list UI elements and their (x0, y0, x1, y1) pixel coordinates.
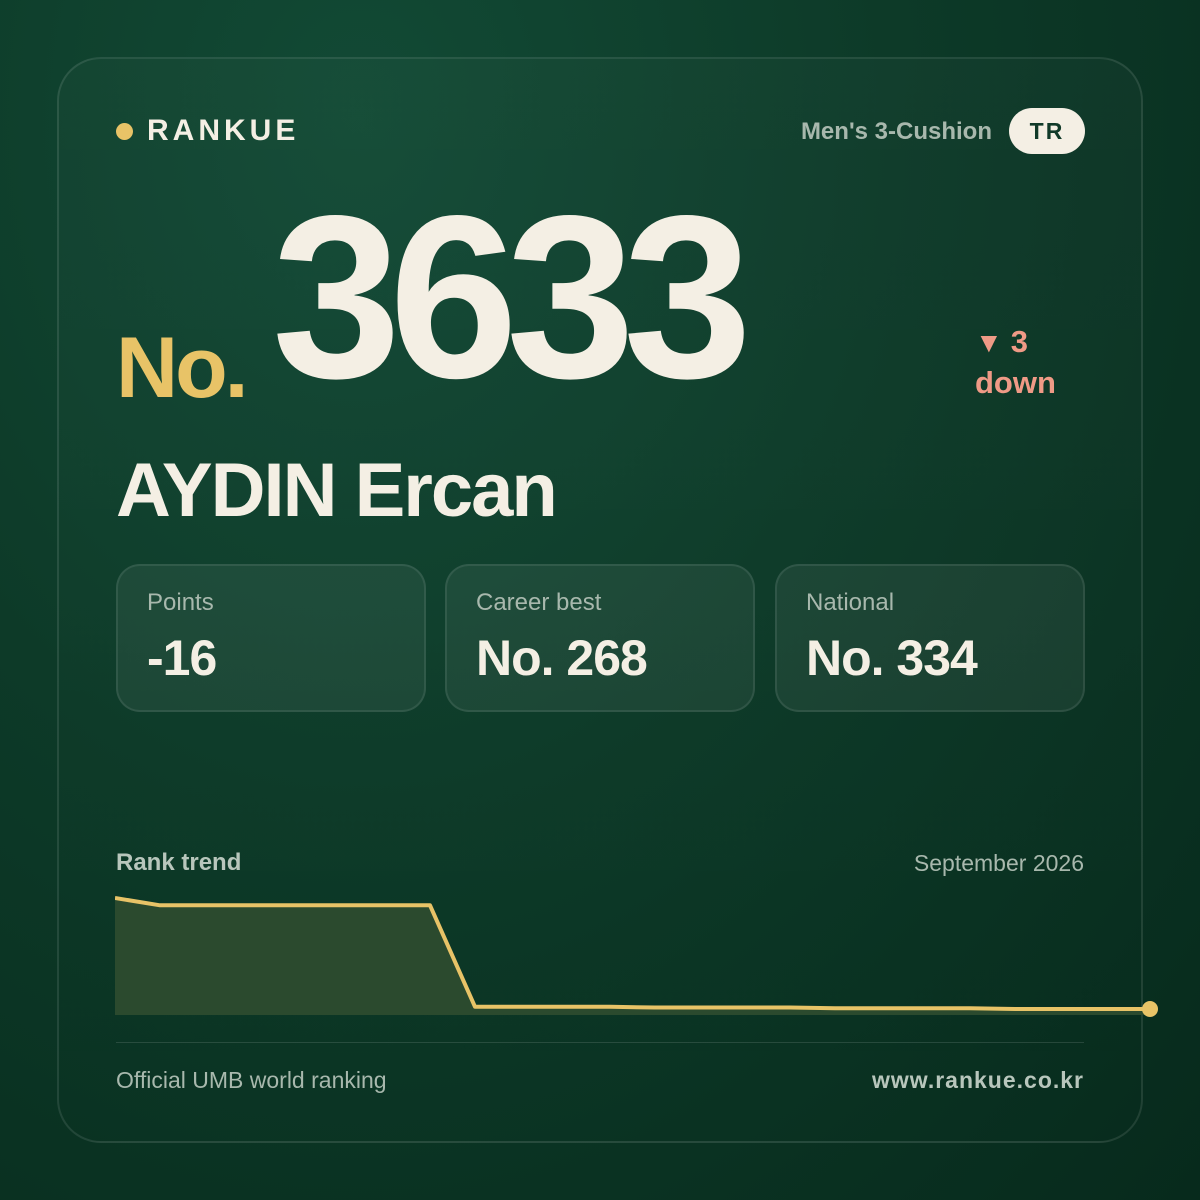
stat-value: No. 268 (476, 630, 648, 686)
footer-divider (116, 1042, 1084, 1043)
brand-name: RANKUE (147, 114, 300, 147)
rank-number: 3633 (272, 168, 752, 427)
stat-label: Points (147, 589, 214, 616)
rank-prefix: No. (116, 320, 249, 416)
trend-title: Rank trend (116, 849, 242, 876)
stat-card-points: Points -16 (116, 564, 426, 712)
down-triangle-icon: ▼ (975, 327, 1003, 358)
stat-value: No. 334 (806, 630, 978, 686)
rank-change-value: 3 (1010, 324, 1028, 359)
trend-date: September 2026 (913, 850, 1084, 876)
player-name: AYDIN Ercan (116, 448, 558, 533)
rank-trend-chart (115, 896, 1158, 1017)
trend-current-point (1142, 1001, 1158, 1017)
rank-change: ▼ 3 down (975, 322, 1085, 403)
rank-change-direction: down (975, 365, 1056, 400)
stat-card-national: National No. 334 (775, 564, 1085, 712)
brand-dot-icon (116, 122, 133, 140)
trend-area (115, 898, 1150, 1015)
stat-value: -16 (147, 630, 217, 686)
brand[interactable]: RANKUE (116, 112, 299, 150)
category-label: Men's 3-Cushion (800, 118, 992, 145)
stat-label: National (806, 589, 895, 616)
country-badge: TR (1009, 108, 1085, 154)
stat-label: Career best (476, 589, 602, 616)
footer-url[interactable]: www.rankue.co.kr (872, 1065, 1084, 1095)
footer-source: Official UMB world ranking (116, 1067, 387, 1093)
stat-card-career-best: Career best No. 268 (445, 564, 755, 712)
